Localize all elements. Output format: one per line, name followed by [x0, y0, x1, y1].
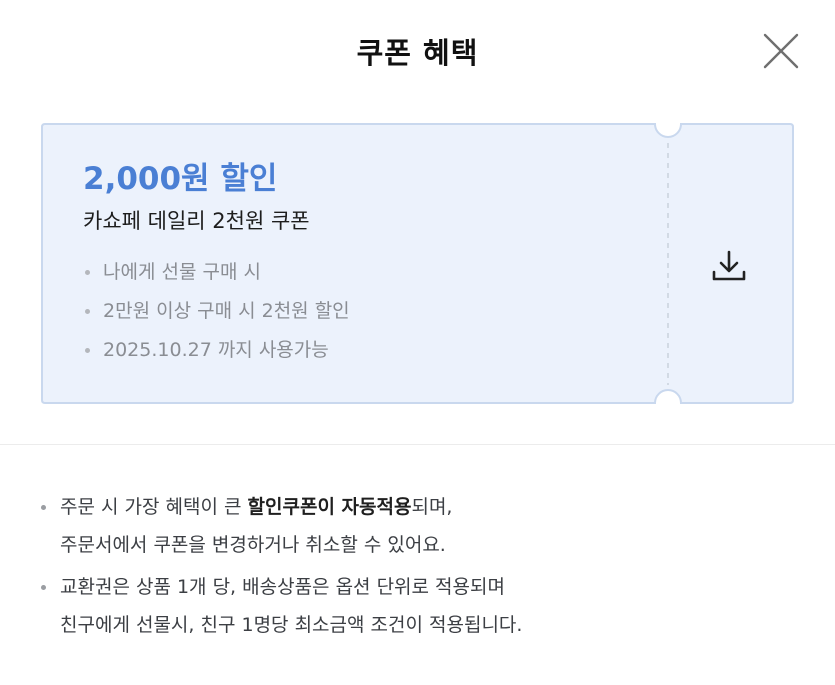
page-title: 쿠폰 혜택 — [356, 36, 479, 70]
note-item: 교환권은 상품 1개 당, 배송상품은 옵션 단위로 적용되며 친구에게 선물시… — [38, 568, 522, 644]
download-icon — [712, 250, 746, 281]
section-divider — [0, 444, 835, 445]
coupon-discount-amount: 2,000원 할인 — [83, 161, 278, 197]
coupon-name: 카쇼페 데일리 2천원 쿠폰 — [83, 209, 310, 233]
note-item: 주문 시 가장 혜택이 큰 할인쿠폰이 자동적용되며, 주문서에서 쿠폰을 변경… — [38, 488, 522, 564]
note-text: 주문서에서 쿠폰을 변경하거나 취소할 수 있어요. — [60, 534, 446, 556]
sheet-header: 쿠폰 혜택 — [0, 0, 835, 100]
note-highlight: 할인쿠폰이 자동적용 — [247, 496, 412, 518]
coupon-conditions: 나에게 선물 구매 시 2만원 이상 구매 시 2천원 할인 2025.10.2… — [83, 259, 350, 376]
close-icon — [763, 33, 799, 69]
note-text: 주문 시 가장 혜택이 큰 — [60, 496, 248, 518]
coupon-condition-item: 2025.10.27 까지 사용가능 — [83, 337, 350, 376]
coupon-notes: 주문 시 가장 혜택이 큰 할인쿠폰이 자동적용되며, 주문서에서 쿠폰을 변경… — [38, 488, 522, 648]
coupon-benefit-sheet: 쿠폰 혜택 2,000원 할인 카쇼페 데일리 2천원 쿠폰 나에게 선물 구매… — [0, 0, 835, 685]
close-button[interactable] — [762, 32, 800, 70]
coupon-condition-item: 나에게 선물 구매 시 — [83, 259, 350, 298]
note-text: 되며, — [411, 496, 453, 518]
note-text: 교환권은 상품 1개 당, 배송상품은 옵션 단위로 적용되며 — [60, 576, 505, 598]
coupon-card: 2,000원 할인 카쇼페 데일리 2천원 쿠폰 나에게 선물 구매 시 2만원… — [41, 123, 794, 404]
note-text: 친구에게 선물시, 친구 1명당 최소금액 조건이 적용됩니다. — [60, 614, 523, 636]
download-coupon-button[interactable] — [709, 248, 749, 284]
coupon-condition-item: 2만원 이상 구매 시 2천원 할인 — [83, 298, 350, 337]
